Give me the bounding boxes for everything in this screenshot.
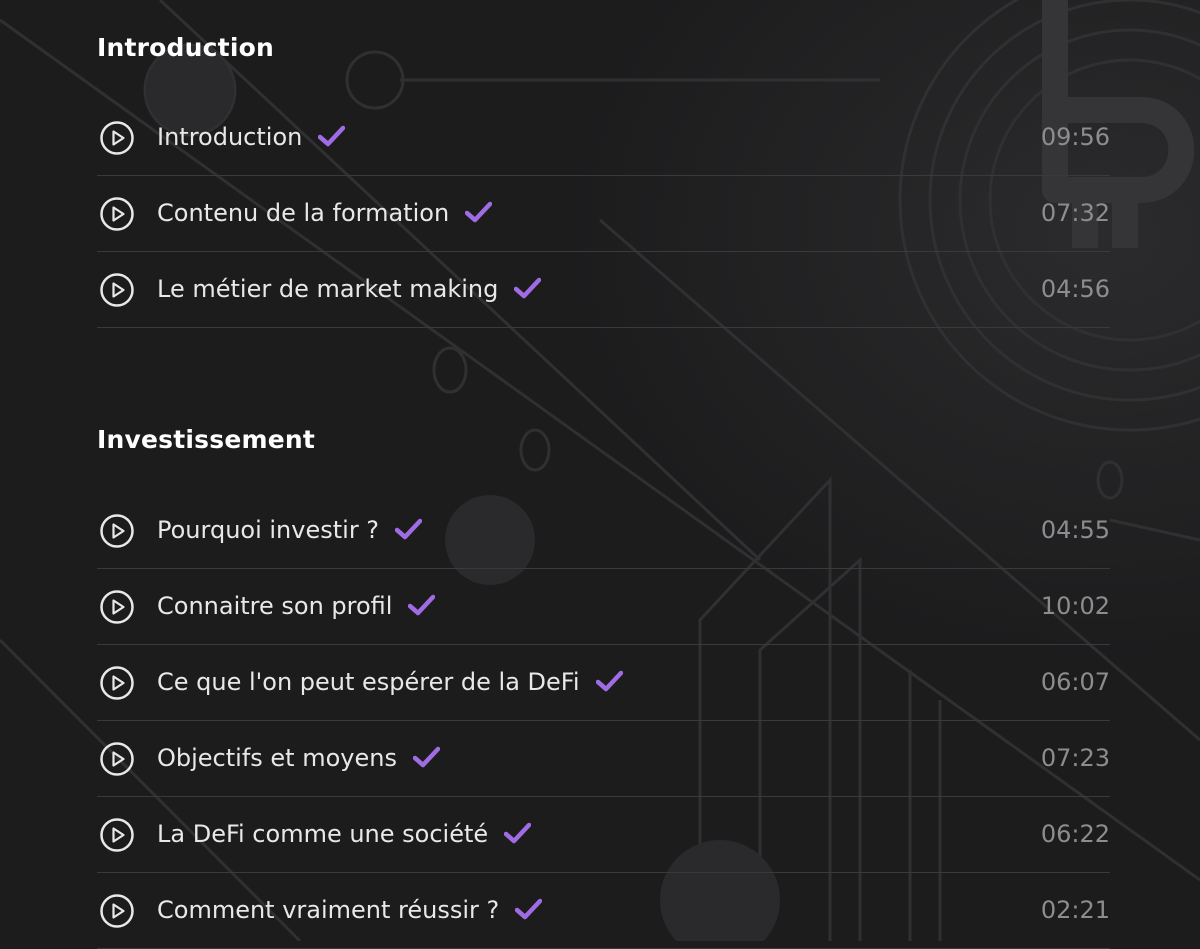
lesson-duration: 04:55 <box>1040 516 1110 544</box>
lesson-title: Pourquoi investir ? <box>157 516 380 544</box>
lesson-item[interactable]: Introduction 09:56 <box>97 100 1110 176</box>
lesson-title-wrap: Le métier de market making <box>157 274 542 304</box>
lesson-item[interactable]: Le métier de market making 04:56 <box>97 252 1110 328</box>
lesson-title: Objectifs et moyens <box>157 744 397 772</box>
lesson-duration: 06:07 <box>1040 668 1110 696</box>
play-circle-icon <box>100 666 134 700</box>
play-circle-icon <box>100 121 134 155</box>
checkmark-icon <box>465 201 493 223</box>
lesson-title-wrap: Pourquoi investir ? <box>157 515 423 545</box>
section-title: Introduction <box>97 33 274 62</box>
lesson-title-wrap: Connaitre son profil <box>157 591 436 621</box>
checkmark-icon <box>504 822 532 844</box>
lesson-duration: 02:21 <box>1040 896 1110 924</box>
section-title: Investissement <box>97 425 316 454</box>
checkmark-icon <box>514 277 542 299</box>
lesson-title-wrap: Objectifs et moyens <box>157 743 440 773</box>
lesson-title-wrap: Contenu de la formation <box>157 198 493 228</box>
lesson-title-wrap: Ce que l'on peut espérer de la DeFi <box>157 667 623 697</box>
lesson-item[interactable]: Pourquoi investir ? 04:55 <box>97 493 1110 569</box>
lesson-title: Introduction <box>157 123 303 151</box>
checkmark-icon <box>515 898 543 920</box>
lesson-item[interactable]: La DeFi comme une société 06:22 <box>97 797 1110 873</box>
play-circle-icon <box>100 273 134 307</box>
checkmark-icon <box>318 125 346 147</box>
lesson-duration: 10:02 <box>1040 592 1110 620</box>
checkmark-icon <box>408 594 436 616</box>
checkmark-icon <box>595 670 623 692</box>
checkmark-icon <box>395 518 423 540</box>
lesson-title: Contenu de la formation <box>157 199 450 227</box>
lesson-item[interactable]: Contenu de la formation 07:32 <box>97 176 1110 252</box>
lesson-duration: 04:56 <box>1040 275 1110 303</box>
lesson-title: Connaitre son profil <box>157 592 393 620</box>
lesson-duration: 07:32 <box>1040 199 1110 227</box>
lesson-item[interactable]: Comment vraiment réussir ? 02:21 <box>97 873 1110 949</box>
play-circle-icon <box>100 514 134 548</box>
checkmark-icon <box>412 746 440 768</box>
lesson-duration: 09:56 <box>1040 123 1110 151</box>
play-circle-icon <box>100 818 134 852</box>
lesson-item[interactable]: Connaitre son profil 10:02 <box>97 569 1110 645</box>
play-circle-icon <box>100 894 134 928</box>
lesson-title-wrap: Comment vraiment réussir ? <box>157 895 543 925</box>
lesson-duration: 07:23 <box>1040 744 1110 772</box>
lesson-title: Comment vraiment réussir ? <box>157 896 500 924</box>
play-circle-icon <box>100 197 134 231</box>
lesson-title: Le métier de market making <box>157 275 499 303</box>
lesson-title-wrap: La DeFi comme une société <box>157 819 532 849</box>
lesson-title-wrap: Introduction <box>157 122 346 152</box>
lesson-title: Ce que l'on peut espérer de la DeFi <box>157 668 580 696</box>
lesson-list: Introduction 09:56 Contenu de la formati… <box>97 100 1110 328</box>
lesson-title: La DeFi comme une société <box>157 820 489 848</box>
lesson-duration: 06:22 <box>1040 820 1110 848</box>
play-circle-icon <box>100 742 134 776</box>
lesson-list: Pourquoi investir ? 04:55 Connaitre son … <box>97 493 1110 949</box>
play-circle-icon <box>100 590 134 624</box>
lesson-item[interactable]: Ce que l'on peut espérer de la DeFi 06:0… <box>97 645 1110 721</box>
lesson-item[interactable]: Objectifs et moyens 07:23 <box>97 721 1110 797</box>
